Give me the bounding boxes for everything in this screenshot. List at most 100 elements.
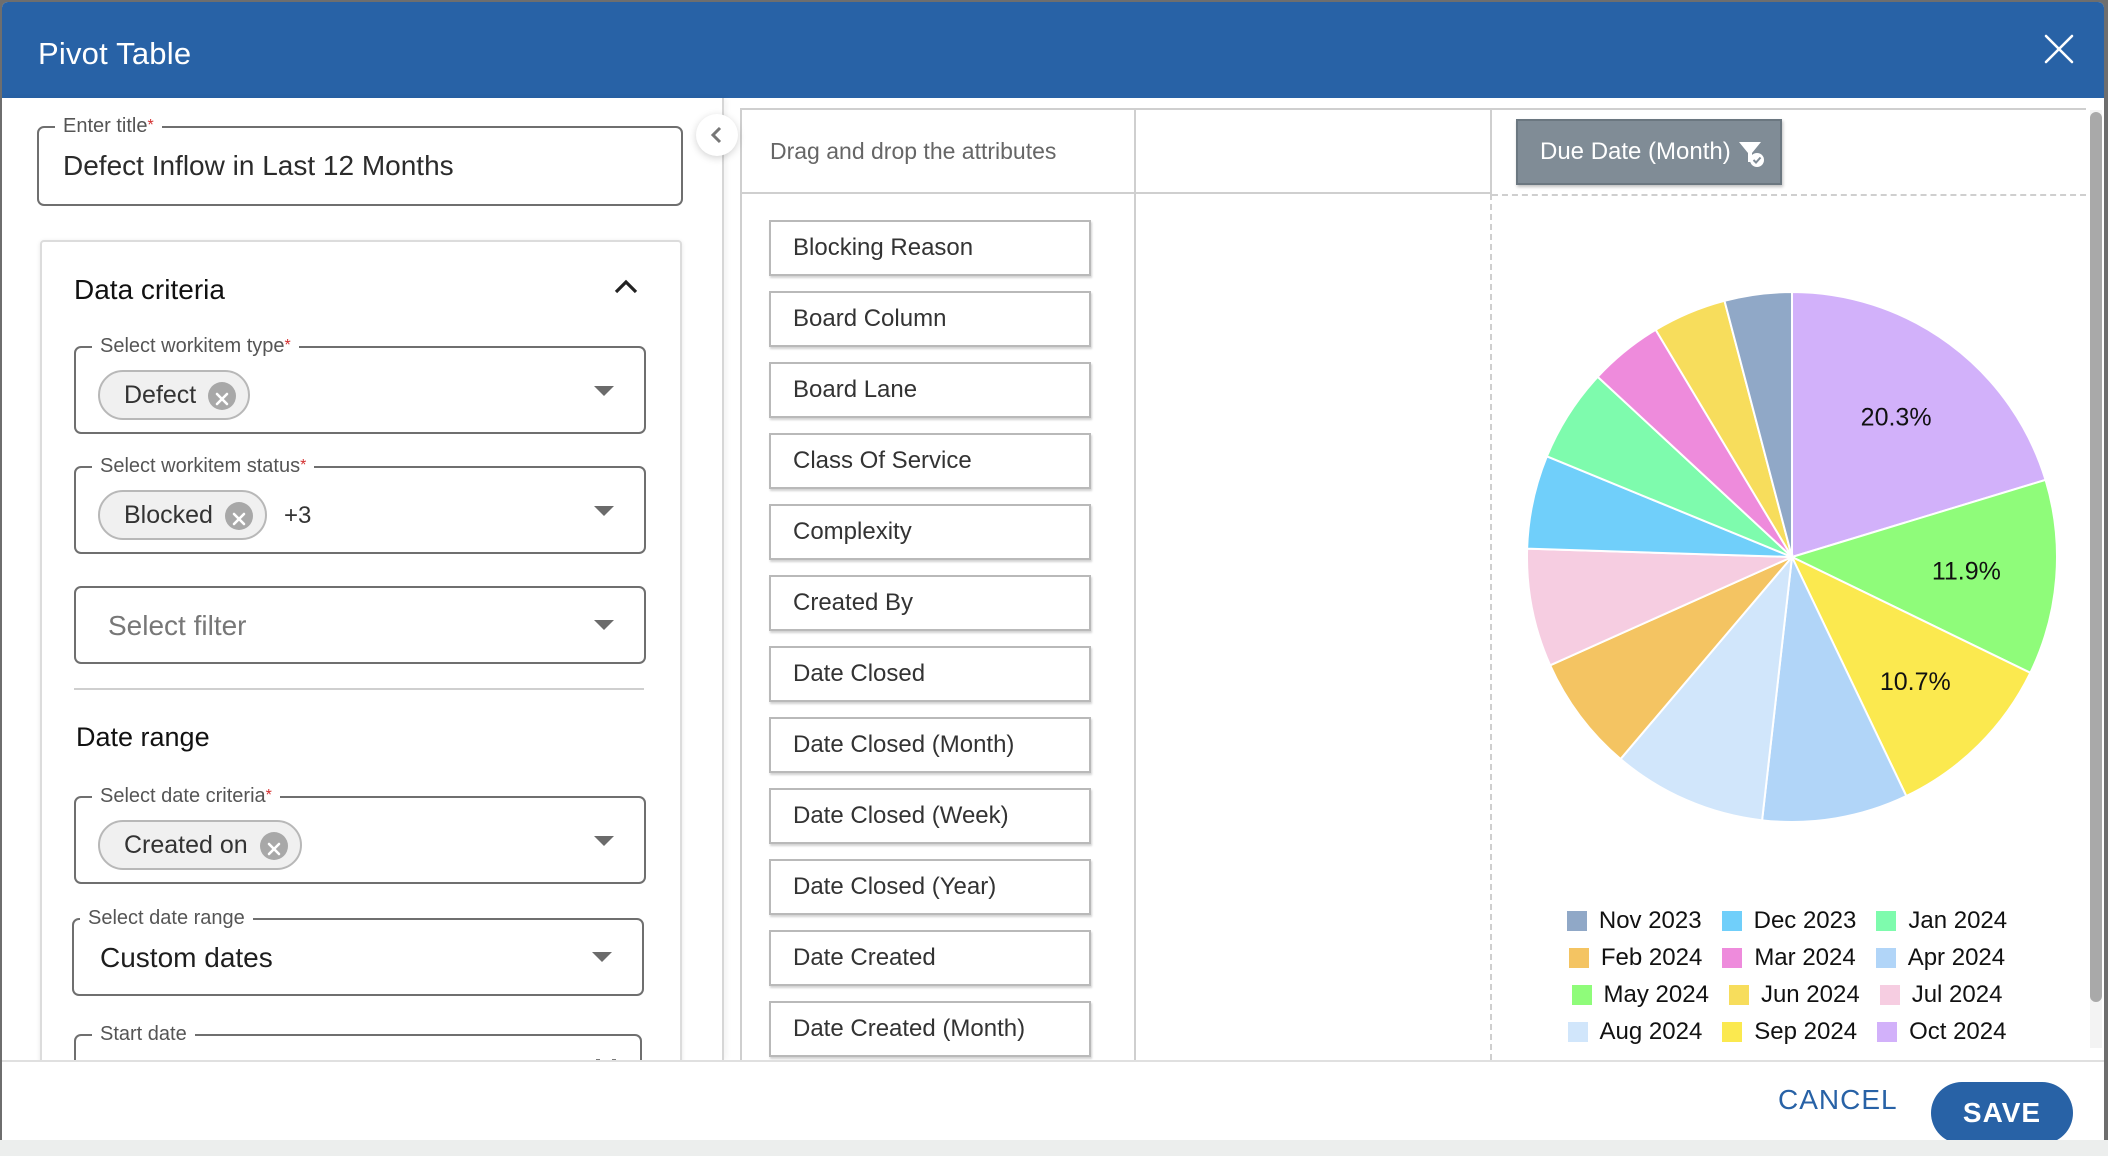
cancel-button[interactable]: CANCEL: [1778, 1084, 1898, 1116]
legend-item[interactable]: Aug 2024: [1567, 1017, 1703, 1046]
legend-swatch: [1571, 984, 1592, 1005]
dropdown-caret-icon[interactable]: [594, 386, 614, 396]
legend-label: May 2024: [1603, 980, 1709, 1008]
column-field-chip[interactable]: Due Date (Month): [1516, 119, 1782, 185]
legend-swatch: [1722, 947, 1743, 968]
legend-label: Oct 2024: [1909, 1017, 2007, 1045]
pie-data-label: 10.7%: [1880, 668, 1951, 696]
dropdown-caret-icon[interactable]: [592, 952, 612, 962]
dropdown-caret-icon[interactable]: [594, 506, 614, 516]
legend-item[interactable]: Jan 2024: [1876, 907, 2007, 935]
title-label-text: Enter title: [63, 115, 148, 137]
legend-swatch: [1876, 910, 1897, 931]
section-divider: [74, 688, 644, 690]
collapse-panel-button[interactable]: [696, 114, 738, 156]
date-criteria-select[interactable]: Select date criteria* Created on: [74, 783, 646, 884]
pie-data-label: 20.3%: [1861, 403, 1932, 431]
more-count[interactable]: +3: [284, 502, 311, 530]
legend-swatch: [1877, 1021, 1898, 1042]
legend-item[interactable]: Nov 2023: [1566, 906, 1702, 935]
dropdown-caret-icon[interactable]: [594, 836, 614, 846]
chip-label: Blocked: [124, 501, 213, 529]
legend-swatch: [1568, 947, 1589, 968]
data-criteria-heading: Data criteria: [74, 274, 225, 305]
workitem-type-label: Select workitem type*: [92, 333, 299, 359]
close-button[interactable]: [2042, 32, 2076, 66]
chip-remove-button[interactable]: [208, 382, 237, 410]
attribute-item[interactable]: Board Column: [769, 291, 1091, 347]
legend-label: Dec 2023: [1753, 906, 1857, 934]
legend-item[interactable]: Sep 2024: [1722, 1018, 1857, 1046]
date-range-value: Custom dates: [100, 942, 273, 973]
filter-select[interactable]: Select filter: [74, 586, 646, 664]
scrollbar-thumb[interactable]: [2090, 112, 2102, 1002]
legend-item[interactable]: Jul 2024: [1879, 981, 2002, 1009]
legend-item[interactable]: Jun 2024: [1728, 981, 1860, 1009]
attribute-item[interactable]: Date Closed (Year): [769, 859, 1091, 915]
required-mark: *: [284, 337, 291, 354]
title-field[interactable]: Enter title* Defect Inflow in Last 12 Mo…: [37, 113, 683, 206]
legend-item[interactable]: Apr 2024: [1875, 944, 2005, 972]
chip-defect: Defect: [98, 370, 251, 420]
legend-item[interactable]: Mar 2024: [1722, 944, 1856, 972]
workitem-type-select[interactable]: Select workitem type* Defect: [74, 333, 646, 434]
title-input-value[interactable]: Defect Inflow in Last 12 Months: [63, 150, 454, 182]
grid-line: [740, 192, 1492, 194]
start-date-field[interactable]: Start date 29-Oct-2023: [74, 1021, 642, 1060]
start-date-label: Start date: [92, 1021, 195, 1047]
workitem-status-select[interactable]: Select workitem status* Blocked +3: [74, 453, 646, 554]
chip-blocked: Blocked: [98, 490, 267, 540]
attribute-item[interactable]: Created By: [769, 575, 1091, 631]
remove-circle-icon: [232, 512, 246, 526]
legend-item[interactable]: Feb 2024: [1568, 944, 1702, 972]
date-range-label: Select date range: [80, 905, 253, 931]
attribute-item[interactable]: Blocking Reason: [769, 220, 1091, 276]
date-range-heading: Date range: [76, 722, 210, 752]
attribute-item[interactable]: Date Closed (Week): [769, 788, 1091, 844]
grid-line: [740, 108, 742, 1060]
attribute-item[interactable]: Board Lane: [769, 362, 1091, 418]
legend-label: Nov 2023: [1598, 906, 1702, 934]
dialog-header: Pivot Table: [2, 2, 2104, 98]
pie-data-label: 11.9%: [1932, 558, 2001, 586]
workitem-type-label-text: Select workitem type: [100, 335, 285, 357]
legend-label: Jan 2024: [1908, 906, 2008, 934]
chevron-up-icon[interactable]: [612, 276, 640, 296]
workitem-status-label-text: Select workitem status: [100, 455, 301, 477]
settings-panel: Enter title * Defect Inflow in Last 12 Mo…: [2, 98, 724, 1060]
chip-remove-button[interactable]: [259, 832, 288, 860]
legend-swatch: [1728, 984, 1749, 1005]
page-background-strip: [0, 1140, 2108, 1156]
dialog-footer: CANCEL SAVE: [2, 1060, 2104, 1142]
legend-item[interactable]: Dec 2023: [1721, 906, 1857, 935]
attribute-item[interactable]: Date Closed (Month): [769, 717, 1091, 773]
dropdown-caret-icon[interactable]: [594, 620, 614, 630]
save-button[interactable]: SAVE: [1931, 1082, 2073, 1142]
attribute-item[interactable]: Complexity: [769, 504, 1091, 560]
filter-check-icon[interactable]: [1736, 138, 1766, 168]
legend-swatch: [1875, 947, 1896, 968]
remove-circle-icon: [215, 392, 229, 406]
legend-item[interactable]: May 2024: [1571, 980, 1709, 1009]
attribute-item[interactable]: Date Created (Month): [769, 1001, 1091, 1057]
filter-placeholder: Select filter: [108, 610, 247, 641]
drag-drop-hint: Drag and drop the attributes: [770, 138, 1057, 164]
close-icon: [2044, 34, 2074, 64]
grid-line: [740, 108, 2086, 110]
attribute-item[interactable]: Date Closed: [769, 646, 1091, 702]
required-mark: *: [300, 457, 307, 474]
legend-row: Aug 2024 Sep 2024 Oct 2024: [1492, 1013, 2082, 1050]
grid-line: [1490, 108, 1492, 194]
legend-row: Feb 2024 Mar 2024 Apr 2024: [1492, 939, 2082, 976]
date-criteria-label: Select date criteria*: [92, 783, 280, 809]
date-criteria-label-text: Select date criteria: [100, 785, 266, 807]
date-range-select[interactable]: Select date range Custom dates: [72, 905, 644, 996]
attribute-item[interactable]: Date Created: [769, 930, 1091, 986]
legend-swatch: [1721, 910, 1742, 931]
chip-remove-button[interactable]: [224, 502, 253, 530]
vertical-scrollbar[interactable]: [2090, 110, 2102, 1048]
attribute-item[interactable]: Class Of Service: [769, 433, 1091, 489]
legend-swatch: [1567, 1021, 1588, 1042]
legend-label: Aug 2024: [1599, 1017, 1703, 1045]
legend-item[interactable]: Oct 2024: [1877, 1018, 2006, 1046]
